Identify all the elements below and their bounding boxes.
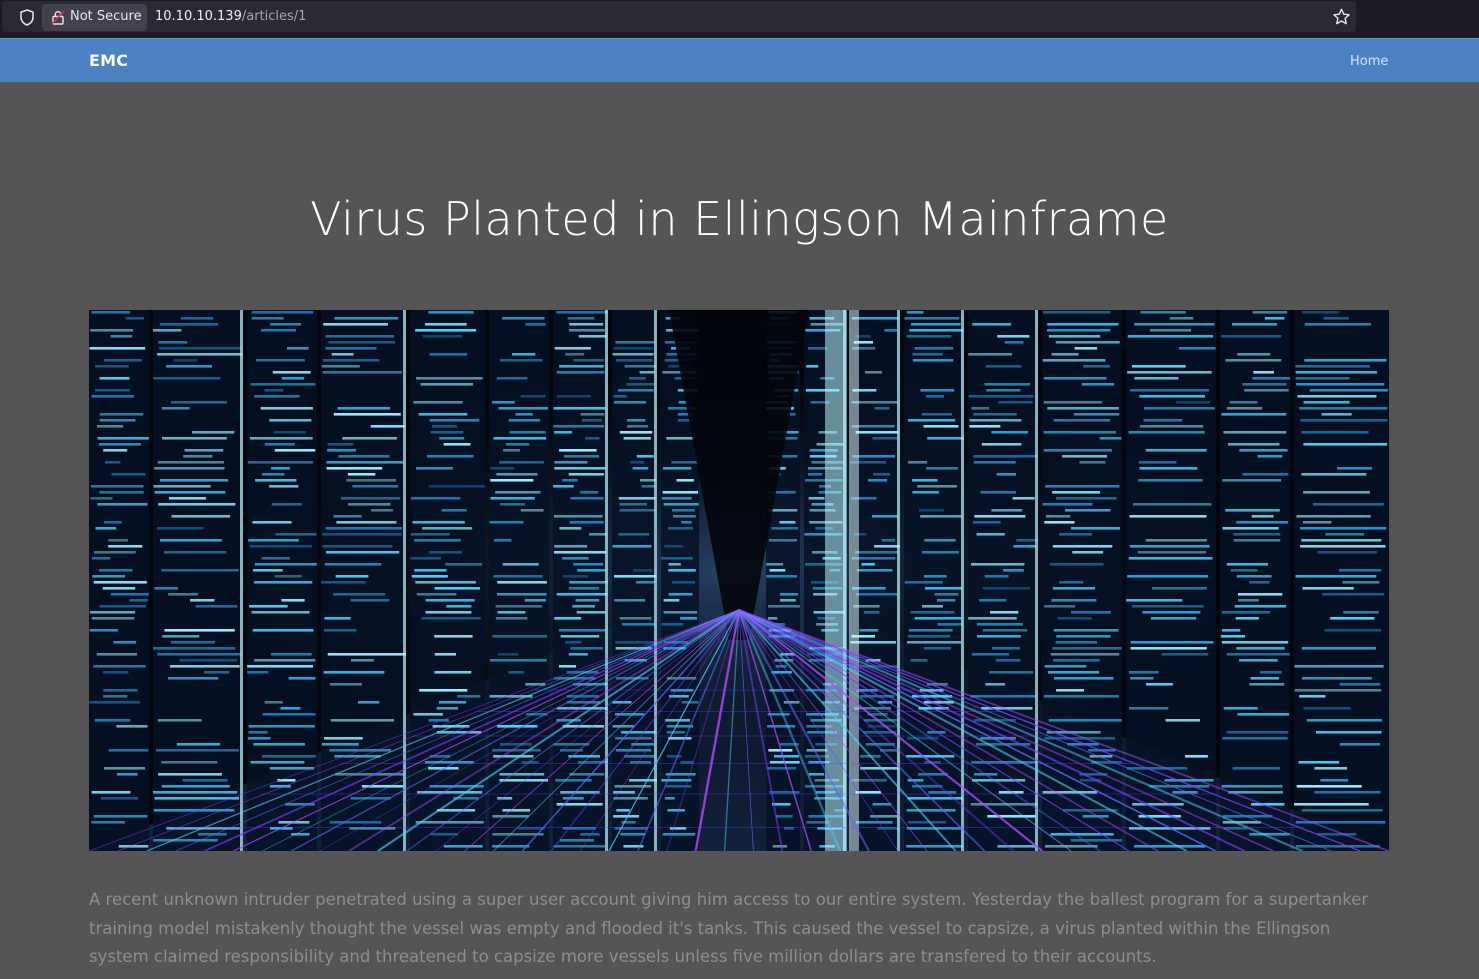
url-path: /articles/1 <box>241 9 307 24</box>
lock-icon <box>51 10 65 25</box>
brand-link[interactable]: EMC <box>89 51 128 70</box>
star-icon[interactable] <box>1332 8 1351 26</box>
shield-icon[interactable] <box>19 9 35 26</box>
address-bar[interactable]: Not Secure 10.10.10.139/articles/1 <box>2 1 1356 32</box>
security-indicator[interactable]: Not Secure <box>42 4 147 31</box>
url-host: 10.10.10.139 <box>155 9 242 24</box>
article-body: A recent unknown intruder penetrated usi… <box>89 890 1369 966</box>
site-navbar: EMC Home <box>0 38 1479 82</box>
nav-link-home[interactable]: Home <box>1350 54 1388 69</box>
browser-toolbar: Not Secure 10.10.10.139/articles/1 <box>0 0 1479 38</box>
article-hero-image <box>89 310 1389 851</box>
security-label: Not Secure <box>70 9 142 24</box>
article-title: Virus Planted in Ellingson Mainframe <box>310 192 1169 246</box>
url-text[interactable]: 10.10.10.139/articles/1 <box>155 9 306 24</box>
